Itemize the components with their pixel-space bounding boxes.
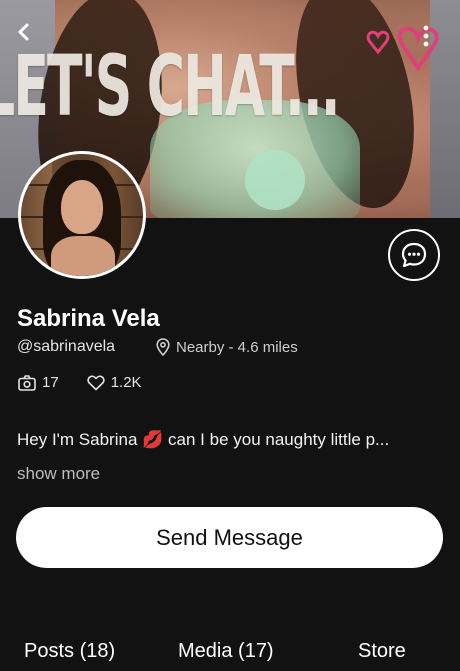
avatar-body — [51, 236, 115, 276]
lips-emoji-icon: 💋 — [142, 430, 164, 449]
more-options-button[interactable] — [414, 22, 438, 50]
bio-text: Hey I'm Sabrina — [17, 430, 138, 449]
profile-tabs: Posts (18) Media (17) Store — [0, 628, 460, 671]
heart-icon — [87, 375, 105, 390]
more-vertical-icon — [423, 25, 429, 47]
chat-bubble-icon — [401, 242, 427, 268]
banner-photo-bow — [245, 150, 305, 210]
bio-text-rest: can I be you naughty little p... — [168, 430, 390, 449]
media-count: 17 — [42, 374, 59, 391]
avatar-face — [61, 180, 103, 234]
chevron-left-icon — [18, 23, 29, 41]
profile-handle: @sabrinavela — [17, 338, 116, 355]
location: Nearby - 4.6 miles — [156, 338, 298, 356]
map-pin-icon — [156, 338, 170, 356]
tab-media[interactable]: Media (17) — [178, 640, 274, 663]
send-message-button[interactable]: Send Message — [16, 507, 443, 568]
profile-bio: Hey I'm Sabrina 💋 can I be you naughty l… — [17, 430, 389, 450]
banner-title: LET'S CHAT... — [0, 37, 341, 135]
avatar-photo — [21, 154, 143, 276]
profile-name: Sabrina Vela — [17, 305, 160, 332]
location-text: Nearby - 4.6 miles — [176, 338, 298, 356]
profile-stats: 17 1.2K — [18, 374, 142, 391]
chat-button[interactable] — [388, 229, 440, 281]
avatar[interactable] — [18, 151, 146, 279]
likes-count: 1.2K — [110, 374, 142, 391]
tab-store[interactable]: Store — [358, 640, 406, 663]
camera-icon — [18, 374, 36, 391]
back-button[interactable] — [10, 18, 38, 46]
show-more-link[interactable]: show more — [17, 464, 100, 484]
tab-posts[interactable]: Posts (18) — [24, 640, 115, 663]
